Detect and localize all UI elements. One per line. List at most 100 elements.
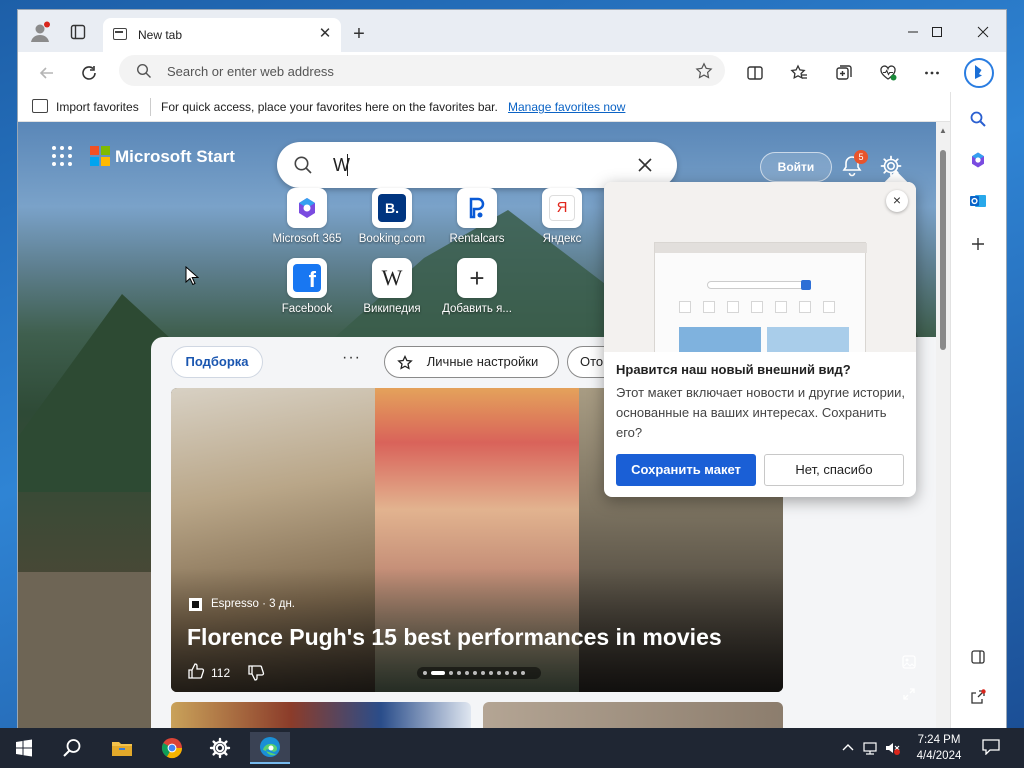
search-icon	[970, 111, 986, 127]
clock-time: 7:24 PM	[917, 734, 961, 746]
image-info-icon[interactable]	[902, 655, 916, 669]
maximize-button[interactable]	[914, 18, 960, 46]
quick-link-rentalcars[interactable]: Rentalcars	[434, 188, 520, 245]
scrollbar-thumb[interactable]	[940, 150, 946, 350]
system-clock[interactable]: 7:24 PM 4/4/2024	[906, 732, 972, 764]
tab-title: New tab	[138, 28, 183, 42]
page-scrollbar[interactable]: ▲	[936, 122, 950, 728]
feed-tab-featured[interactable]: Подборка	[171, 346, 263, 378]
quick-link-label: Википедия	[363, 303, 421, 315]
windows-logo-icon	[16, 739, 32, 757]
close-window-button[interactable]	[960, 18, 1006, 46]
chrome-button[interactable]	[152, 732, 192, 764]
refresh-button[interactable]	[76, 60, 102, 86]
network-icon[interactable]	[862, 740, 878, 756]
address-bar[interactable]: Search or enter web address	[119, 55, 725, 86]
star-favorite-icon[interactable]	[695, 62, 713, 80]
manage-favorites-link[interactable]: Manage favorites now	[508, 100, 625, 114]
quick-link-label: Booking.com	[358, 233, 426, 245]
volume-muted-icon[interactable]	[884, 740, 900, 756]
add-icon: +	[457, 258, 497, 298]
dislike-icon[interactable]	[247, 664, 265, 682]
favorites-button[interactable]	[786, 60, 812, 86]
profile-button[interactable]	[26, 18, 54, 46]
popup-body: Этот макет включает новости и другие ист…	[616, 385, 905, 440]
brand-title[interactable]: Microsoft Start	[115, 147, 235, 167]
favorites-bar: Import favorites For quick access, place…	[18, 92, 950, 122]
feed-tab-personalize[interactable]: Личные настройки	[384, 346, 559, 378]
new-tab-button[interactable]: +	[346, 22, 372, 48]
action-center-icon[interactable]	[982, 739, 1000, 755]
hide-sidebar-button[interactable]	[965, 644, 991, 670]
import-favorites-icon[interactable]	[32, 99, 48, 113]
tab-actions-button[interactable]	[64, 18, 92, 46]
facebook-icon: f	[287, 258, 327, 298]
start-button[interactable]	[4, 732, 44, 764]
microsoft-365-icon	[972, 152, 984, 168]
booking-icon: B.	[372, 188, 412, 228]
news-card[interactable]	[171, 702, 471, 728]
refresh-icon	[82, 66, 96, 80]
article-headline[interactable]: Florence Pugh's 15 best performances in …	[187, 624, 722, 651]
sidebar-add-button[interactable]	[965, 231, 991, 257]
collections-button[interactable]	[831, 60, 857, 86]
quick-link-yandex[interactable]: Я Яндекс	[519, 188, 605, 245]
yandex-icon: Я	[542, 188, 582, 228]
edge-taskbar-button[interactable]	[250, 732, 290, 764]
quick-link-wikipedia[interactable]: W Википедия	[349, 258, 435, 315]
favorites-bar-hint: For quick access, place your favorites h…	[161, 100, 498, 114]
split-screen-icon	[747, 66, 763, 80]
yandex-logo: Я	[549, 195, 575, 221]
feed-tab-label: Личные настройки	[426, 354, 539, 369]
sign-in-button[interactable]: Войти	[760, 152, 832, 182]
expand-background-icon[interactable]	[902, 687, 916, 701]
split-screen-button[interactable]	[742, 60, 768, 86]
bing-copilot-icon	[964, 58, 994, 88]
back-button[interactable]	[34, 60, 60, 86]
close-popup-button[interactable]: ×	[886, 190, 908, 212]
close-tab-icon[interactable]: ✕	[316, 25, 334, 43]
settings-app-button[interactable]	[200, 732, 240, 764]
import-favorites-button[interactable]: Import favorites	[56, 100, 139, 114]
quick-link-microsoft-365[interactable]: Microsoft 365	[264, 188, 350, 245]
clear-search-icon[interactable]	[637, 157, 653, 173]
news-card[interactable]	[483, 702, 783, 728]
quick-link-add[interactable]: + Добавить я...	[434, 258, 520, 315]
settings-and-more-button[interactable]	[919, 60, 945, 86]
app-launcher-icon[interactable]	[52, 146, 72, 166]
tab-new-tab[interactable]: New tab ✕	[103, 18, 341, 52]
open-external-button[interactable]	[965, 684, 991, 710]
scroll-up-arrow-icon[interactable]: ▲	[939, 126, 947, 135]
facebook-logo: f	[293, 264, 321, 292]
outlook-icon	[970, 195, 986, 207]
personalize-star-icon	[397, 355, 413, 370]
taskbar-search-button[interactable]	[52, 732, 92, 764]
like-icon[interactable]	[187, 662, 205, 680]
new-layout-feedback-popup: × Нравится наш новый внешний вид? Этот м…	[604, 182, 916, 497]
folder-icon	[112, 742, 132, 756]
search-icon	[294, 156, 312, 174]
decline-layout-button[interactable]: Нет, спасибо	[764, 454, 904, 486]
keep-layout-button[interactable]: Сохранить макет	[616, 454, 756, 486]
edge-icon	[260, 737, 280, 757]
file-explorer-button[interactable]	[102, 732, 142, 764]
show-hidden-icons-icon[interactable]	[840, 740, 856, 756]
like-count: 112	[211, 666, 231, 680]
windows-taskbar: 7:24 PM 4/4/2024	[0, 728, 1024, 768]
feed-more-button[interactable]: ···	[342, 349, 361, 367]
quick-link-label: Facebook	[281, 303, 333, 315]
carousel-pager[interactable]	[417, 667, 541, 679]
browser-essentials-button[interactable]	[875, 60, 901, 86]
collections-icon	[836, 65, 852, 80]
quick-link-booking[interactable]: B. Booking.com	[349, 188, 435, 245]
copilot-button[interactable]	[962, 56, 996, 90]
article-source: Espresso · 3 дн.	[211, 598, 296, 610]
back-arrow-icon	[39, 67, 53, 79]
sidebar-panel-icon	[971, 650, 985, 664]
address-placeholder: Search or enter web address	[167, 64, 334, 79]
quick-link-facebook[interactable]: f Facebook	[264, 258, 350, 315]
gear-icon	[209, 737, 231, 759]
sidebar-microsoft-365-button[interactable]	[965, 147, 991, 173]
sidebar-search-button[interactable]	[965, 106, 991, 132]
sidebar-outlook-button[interactable]	[965, 188, 991, 214]
